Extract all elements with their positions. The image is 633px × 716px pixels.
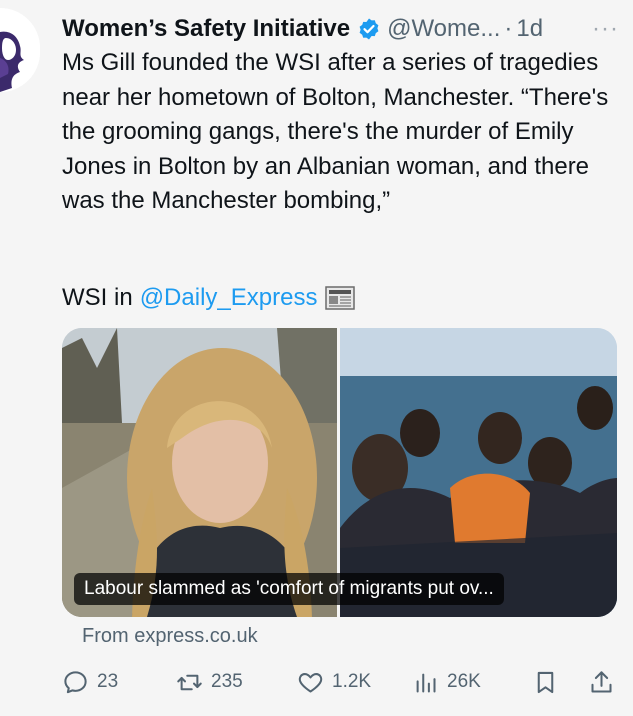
repost-button[interactable]: 235 xyxy=(176,662,243,702)
more-options-icon[interactable]: ··· xyxy=(592,15,619,43)
author-name[interactable]: Women’s Safety Initiative xyxy=(62,15,350,43)
reply-icon xyxy=(64,670,87,693)
mention-link[interactable]: @Daily_Express xyxy=(140,281,318,315)
like-count: 1.2K xyxy=(332,671,372,692)
avatar-silhouette-icon xyxy=(0,8,40,92)
tweet-text: Ms Gill founded the WSI after a series o… xyxy=(62,49,609,214)
card-caption: Labour slammed as 'comfort of migrants p… xyxy=(74,573,504,605)
tweet-header: Women’s Safety Initiative @Wome... · 1d … xyxy=(62,12,623,46)
repost-count: 235 xyxy=(211,671,243,692)
link-card[interactable]: Labour slammed as 'comfort of migrants p… xyxy=(62,328,617,617)
share-button[interactable] xyxy=(588,662,623,702)
source-line: WSI in @Daily_Express xyxy=(62,281,356,315)
author-avatar[interactable] xyxy=(0,8,40,92)
views-icon xyxy=(416,673,436,693)
reply-count: 23 xyxy=(97,671,119,692)
separator-dot: · xyxy=(504,15,513,42)
source-prefix: WSI in xyxy=(62,284,133,311)
repost-icon xyxy=(177,674,202,690)
reply-button[interactable]: 23 xyxy=(62,662,118,702)
like-icon xyxy=(298,672,323,693)
views-count: 26K xyxy=(447,671,481,692)
views-button[interactable]: 26K xyxy=(412,662,481,702)
newspaper-icon xyxy=(325,285,356,311)
tweet-actions: 23 235 1.2K 26K xyxy=(62,662,617,702)
share-icon xyxy=(591,670,612,693)
like-button[interactable]: 1.2K xyxy=(297,662,371,702)
bookmark-button[interactable] xyxy=(532,662,567,702)
author-handle[interactable]: @Wome... xyxy=(387,15,500,43)
verified-badge-icon xyxy=(357,17,381,41)
card-source-domain[interactable]: From express.co.uk xyxy=(82,625,258,648)
bookmark-icon xyxy=(537,671,554,693)
tweet-time[interactable]: 1d xyxy=(516,15,543,43)
